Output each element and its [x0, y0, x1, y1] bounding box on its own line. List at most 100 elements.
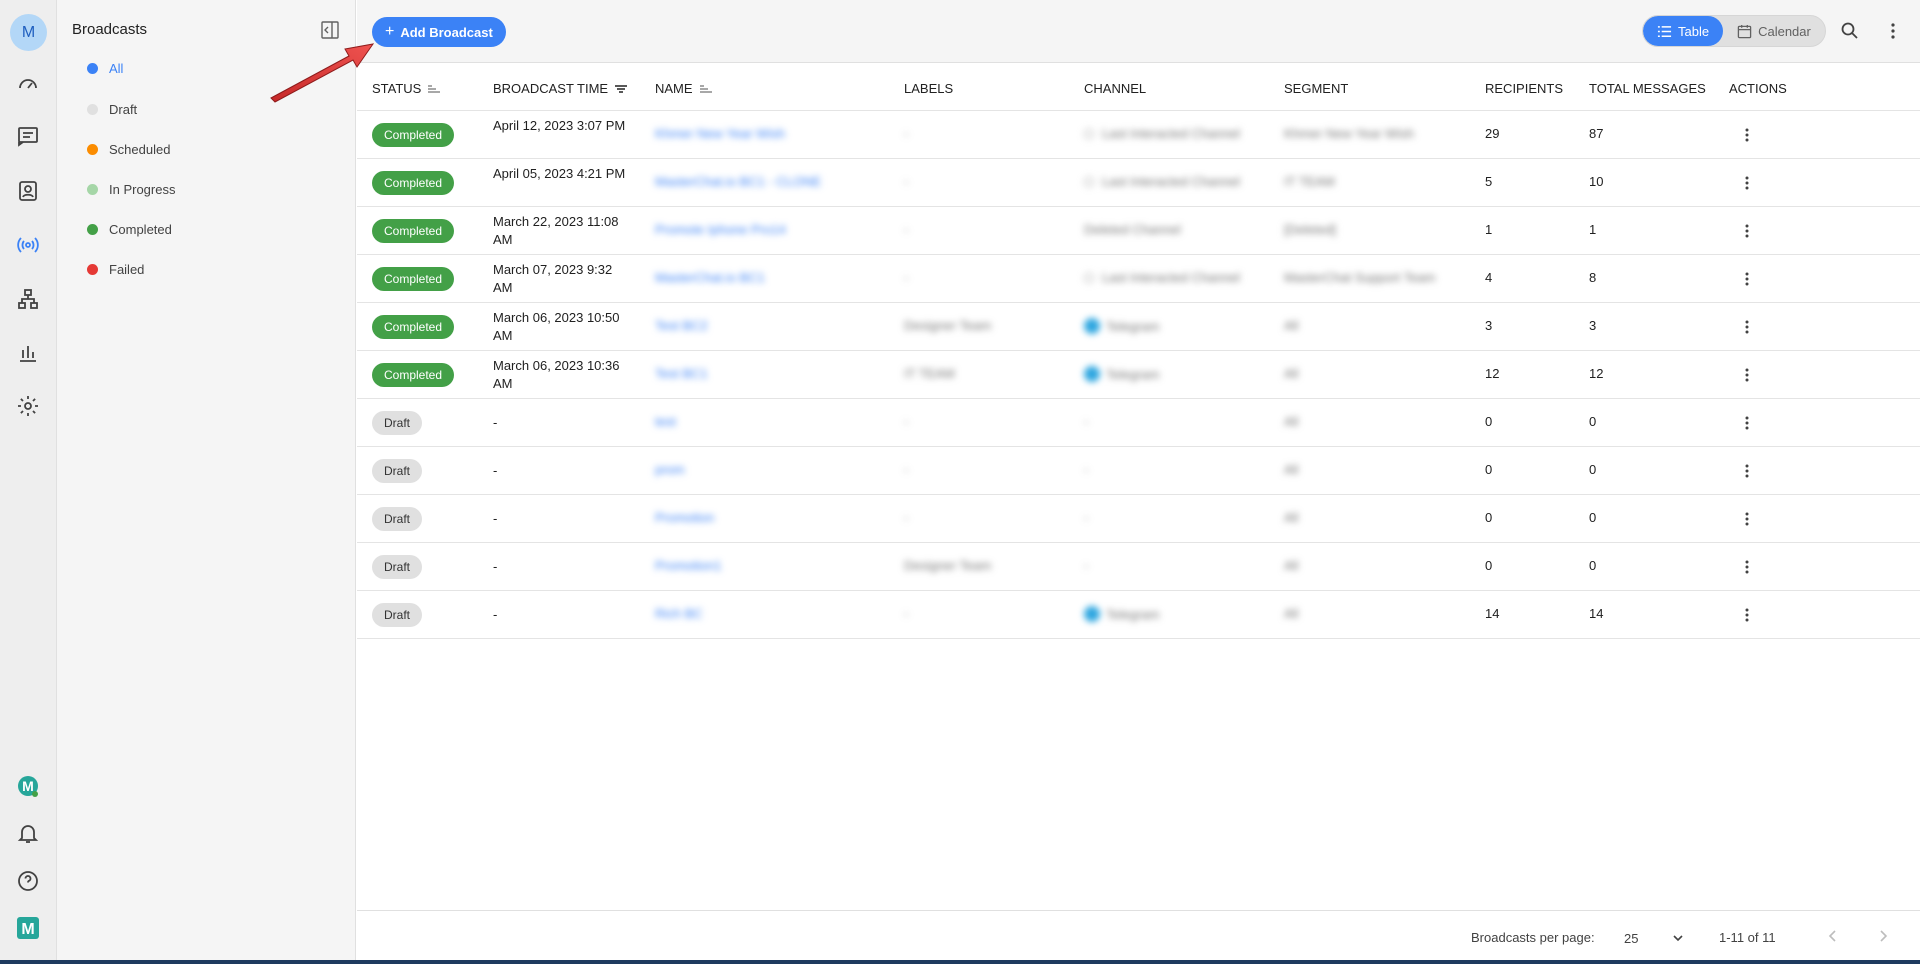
contacts-icon[interactable]	[14, 177, 42, 205]
broadcast-time: April 05, 2023 4:21 PM	[493, 166, 626, 181]
channel-label: -	[1084, 462, 1089, 477]
row-actions-icon[interactable]	[1735, 363, 1759, 387]
recipients-count: 1	[1485, 222, 1493, 237]
settings-icon[interactable]	[14, 392, 42, 420]
status-badge: Completed	[372, 123, 455, 147]
app-root: M M M Broadcasts All Draft Scheduled In …	[0, 0, 1920, 964]
column-label: NAME	[655, 81, 693, 96]
row-actions-icon[interactable]	[1735, 411, 1759, 435]
table-row[interactable]: Completed March 07, 2023 9:32 AM MasterCha…	[357, 254, 1920, 302]
broadcast-name-link[interactable]: Rich BC	[655, 606, 703, 621]
filter-draft[interactable]: Draft	[87, 98, 137, 120]
broadcast-icon[interactable]	[14, 231, 42, 259]
column-header-broadcast-time[interactable]: BROADCAST TIME	[493, 81, 628, 96]
more-options-icon[interactable]	[1883, 21, 1903, 41]
table-row[interactable]: Draft - Promotion - - All 0 0	[357, 494, 1920, 542]
icon-rail: M M M	[0, 0, 57, 960]
status-badge: Draft	[372, 603, 423, 627]
table-row[interactable]: Completed April 12, 2023 3:07 PM Khmer New…	[357, 110, 1920, 158]
workspace-logo-icon[interactable]: M	[14, 772, 42, 800]
row-actions-icon[interactable]	[1735, 171, 1759, 195]
channel-label: Last Interacted Channel	[1102, 126, 1241, 141]
row-actions-icon[interactable]	[1735, 219, 1759, 243]
reports-icon[interactable]	[14, 339, 42, 367]
broadcast-channel: Last Interacted Channel	[1084, 174, 1240, 189]
broadcast-labels: -	[904, 222, 909, 237]
telegram-icon	[1084, 606, 1100, 622]
broadcast-name-link[interactable]: MasterChat.io BC1	[655, 270, 765, 285]
row-actions-icon[interactable]	[1735, 459, 1759, 483]
column-label: RECIPIENTS	[1485, 81, 1564, 96]
recipients-count: 5	[1485, 174, 1493, 189]
inbox-icon[interactable]	[14, 122, 42, 150]
status-badge: Completed	[372, 219, 455, 243]
app-logo-icon: M	[14, 914, 42, 942]
calendar-view-button[interactable]: Calendar	[1723, 16, 1825, 46]
broadcast-name-link[interactable]: Khmer New Year Wish	[655, 126, 785, 141]
filter-completed[interactable]: Completed	[87, 218, 172, 240]
row-actions-icon[interactable]	[1735, 603, 1759, 627]
table-row[interactable]: Completed March 22, 2023 11:08 AM Promote …	[357, 206, 1920, 254]
row-actions-icon[interactable]	[1735, 555, 1759, 579]
channel-icon	[1084, 176, 1094, 187]
filter-all[interactable]: All	[87, 57, 123, 79]
recipients-count: 0	[1485, 462, 1493, 477]
avatar[interactable]: M	[10, 14, 47, 51]
table-row[interactable]: Completed March 06, 2023 10:36 AM Test BC1…	[357, 350, 1920, 398]
table-end-divider	[357, 638, 1920, 639]
table-view-button[interactable]: Table	[1643, 16, 1724, 46]
column-header-name[interactable]: NAME	[655, 81, 713, 96]
broadcast-segment: Khmer New Year Wish	[1284, 126, 1415, 141]
total-messages-count: 0	[1589, 558, 1597, 573]
table-row[interactable]: Draft - Promotion1 Designer Team - All 0 0	[357, 542, 1920, 590]
chevron-down-icon	[1673, 935, 1683, 942]
bottom-edge	[0, 960, 1920, 964]
filter-in-progress[interactable]: In Progress	[87, 178, 175, 200]
broadcast-channel: Telegram	[1084, 606, 1159, 622]
broadcast-name-link[interactable]: Promotion	[655, 510, 714, 525]
column-header-status[interactable]: STATUS	[372, 81, 441, 96]
help-icon[interactable]	[14, 867, 42, 895]
rows-per-page-select[interactable]: 25	[1624, 925, 1684, 951]
bell-icon[interactable]	[14, 819, 42, 847]
broadcast-name-link[interactable]: test	[655, 414, 676, 429]
status-badge: Completed	[372, 363, 455, 387]
broadcast-labels: -	[904, 126, 909, 141]
calendar-view-label: Calendar	[1758, 23, 1811, 39]
broadcast-labels: -	[904, 174, 909, 189]
broadcast-name-link[interactable]: Promotion1	[655, 558, 721, 573]
rows-per-page-label: Broadcasts per page:	[1471, 930, 1595, 945]
table-row[interactable]: Completed March 06, 2023 10:50 AM Test BC2…	[357, 302, 1920, 350]
svg-text:M: M	[21, 921, 34, 938]
dashboard-icon[interactable]	[14, 70, 42, 98]
recipients-count: 14	[1485, 606, 1500, 621]
broadcast-name-link[interactable]: MasterChat.io BC1 - CLONE	[655, 174, 821, 189]
table-row[interactable]: Draft - test - - All 0 0	[357, 398, 1920, 446]
column-header-actions: ACTIONS	[1729, 81, 1787, 96]
row-actions-icon[interactable]	[1735, 267, 1759, 291]
filter-scheduled[interactable]: Scheduled	[87, 138, 170, 160]
table-row[interactable]: Draft - prom - - All 0 0	[357, 446, 1920, 494]
prev-page-icon[interactable]	[1825, 928, 1841, 944]
add-broadcast-button[interactable]: + Add Broadcast	[372, 17, 506, 47]
table-row[interactable]: Draft - Rich BC - Telegram All 14 14	[357, 590, 1920, 638]
row-actions-icon[interactable]	[1735, 123, 1759, 147]
broadcast-segment: All	[1284, 462, 1299, 477]
channel-icon	[1084, 128, 1094, 139]
table-row[interactable]: Completed April 05, 2023 4:21 PM MasterCha…	[357, 158, 1920, 206]
row-actions-icon[interactable]	[1735, 507, 1759, 531]
broadcast-name-link[interactable]: prom	[655, 462, 685, 477]
next-page-icon[interactable]	[1875, 928, 1891, 944]
recipients-count: 3	[1485, 318, 1493, 333]
broadcast-name-link[interactable]: Test BC2	[655, 318, 708, 333]
broadcast-name-link[interactable]: Promote Iphone Pro14	[655, 222, 786, 237]
broadcast-name-link[interactable]: Test BC1	[655, 366, 708, 381]
workflow-icon[interactable]	[14, 285, 42, 313]
broadcast-segment: MasterChat Support Team	[1284, 270, 1436, 285]
row-actions-icon[interactable]	[1735, 315, 1759, 339]
filter-failed[interactable]: Failed	[87, 258, 144, 280]
broadcast-time: March 06, 2023 10:36 AM	[493, 358, 620, 391]
channel-label: -	[1084, 558, 1089, 573]
filter-label: Scheduled	[109, 141, 171, 157]
search-icon[interactable]	[1840, 21, 1860, 41]
